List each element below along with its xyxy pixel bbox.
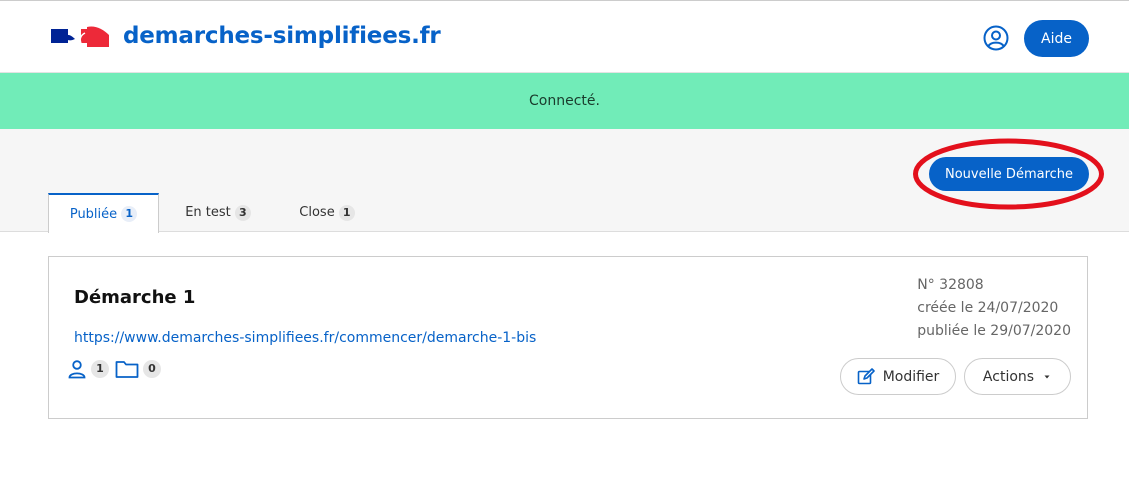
tab-count: 1 <box>121 206 138 222</box>
actions-label: Actions <box>982 368 1035 385</box>
tab-label: Close <box>299 205 335 220</box>
admins-count: 1 <box>91 360 109 378</box>
tab-en-test[interactable]: En test 3 <box>170 193 266 232</box>
procedure-created-date: créée le 24/07/2020 <box>917 300 1059 316</box>
tab-publiee[interactable]: Publiée 1 <box>48 193 159 233</box>
dossiers-count: 0 <box>143 360 161 378</box>
tab-close[interactable]: Close 1 <box>284 193 370 232</box>
tab-label: En test <box>185 205 231 220</box>
person-icon <box>68 360 86 379</box>
user-circle-icon[interactable] <box>983 25 1009 51</box>
caret-down-icon <box>1044 375 1050 378</box>
marianne-logo-icon[interactable] <box>51 25 109 47</box>
folder-icon <box>115 361 139 378</box>
procedure-meta: N° 32808 créée le 24/07/2020 publiée le … <box>917 274 1071 343</box>
edit-icon <box>857 367 875 384</box>
flash-text: Connecté. <box>529 93 600 109</box>
help-button[interactable]: Aide <box>1024 20 1089 57</box>
flash-message: Connecté. <box>0 73 1129 129</box>
site-header: demarches-simplifiees.fr Aide <box>0 0 1129 73</box>
procedure-link[interactable]: https://www.demarches-simplifiees.fr/com… <box>74 330 536 346</box>
highlight-ellipse <box>913 138 1104 210</box>
tab-label: Publiée <box>69 206 118 222</box>
procedure-title[interactable]: Démarche 1 <box>74 287 195 308</box>
procedure-number: N° 32808 <box>917 277 984 293</box>
procedure-stats: 1 0 <box>67 359 163 379</box>
actions-dropdown-button[interactable]: Actions <box>964 358 1071 395</box>
tab-count: 3 <box>234 204 251 221</box>
procedure-card: Démarche 1 https://www.demarches-simplif… <box>48 256 1088 419</box>
modify-label: Modifier <box>882 368 940 385</box>
tab-count: 1 <box>338 204 355 221</box>
modify-button[interactable]: Modifier <box>840 358 956 395</box>
brand-link[interactable]: demarches-simplifiees.fr <box>123 23 441 49</box>
procedure-published-date: publiée le 29/07/2020 <box>917 323 1071 339</box>
